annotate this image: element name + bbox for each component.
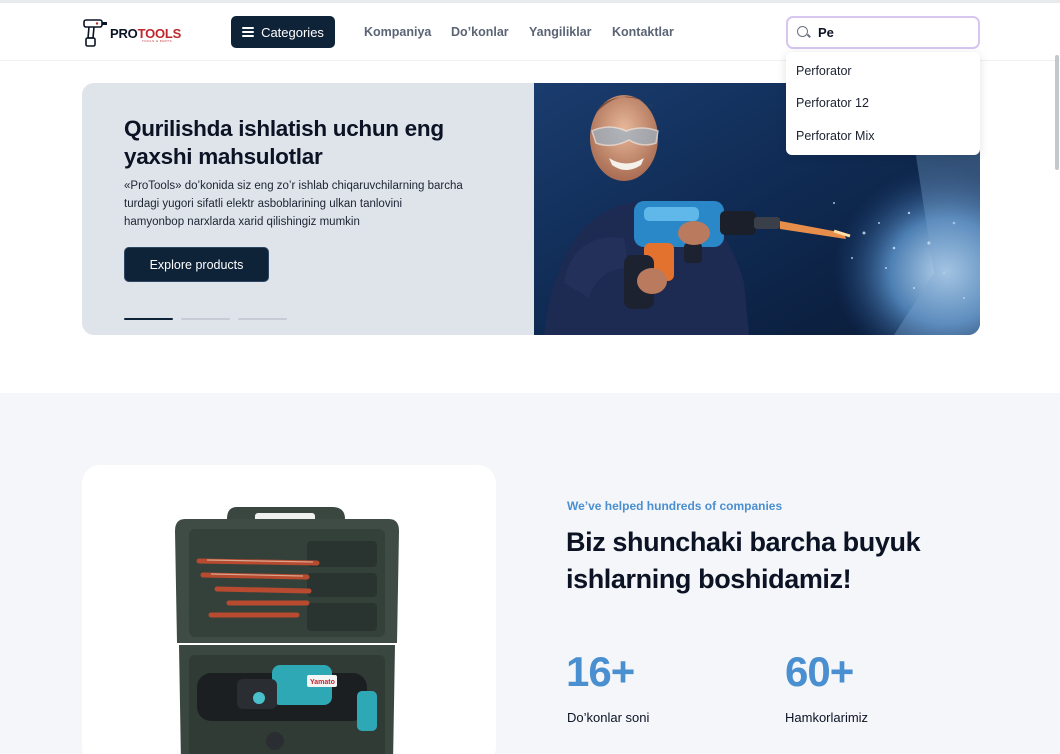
explore-products-button[interactable]: Explore products [124, 247, 269, 282]
suggestion-item[interactable]: Perforator 12 [796, 96, 869, 110]
search-icon [797, 25, 811, 40]
carousel-dot-2[interactable] [181, 318, 230, 320]
nav-item-dokonlar[interactable]: Do’konlar [451, 25, 509, 39]
search-input[interactable] [818, 25, 968, 40]
drill-logo-icon [83, 19, 107, 47]
carousel-dot-3[interactable] [238, 318, 287, 320]
logo-subtitle: TOOLS & PARTS [142, 39, 173, 43]
carousel-dot-1[interactable] [124, 318, 173, 320]
search-suggestions: Perforator Perforator 12 Perforator Mix [786, 52, 980, 155]
about-kicker: We’ve helped hundreds of companies [567, 499, 783, 513]
categories-label: Categories [261, 24, 324, 40]
product-image-card: Yamato [82, 465, 496, 754]
stat-partners-label: Hamkorlarimiz [785, 710, 869, 725]
site-logo[interactable]: PROTOOLS TOOLS & PARTS [82, 17, 190, 49]
menu-icon [242, 27, 255, 37]
search-box[interactable] [786, 16, 980, 49]
categories-button[interactable]: Categories [231, 16, 335, 48]
hero-title: Qurilishda ishlatish uchun eng yaxshi ma… [124, 116, 444, 169]
suggestion-item[interactable]: Perforator Mix [796, 129, 875, 143]
about-title: Biz shunchaki barcha buyuk ishlarning bo… [566, 527, 921, 594]
logo-wordmark: PROTOOLS [110, 27, 181, 40]
nav-item-yangiliklar[interactable]: Yangiliklar [529, 25, 592, 39]
stat-partners-value: 60+ [785, 648, 854, 695]
nav-item-kontaktlar[interactable]: Kontaktlar [612, 25, 674, 39]
stat-stores-label: Do’konlar soni [567, 710, 650, 725]
stat-stores-value: 16+ [566, 648, 635, 695]
suggestion-item[interactable]: Perforator [796, 64, 852, 78]
page-scrollbar[interactable] [1055, 55, 1059, 170]
logo-pro: PRO [110, 25, 138, 41]
carousel-indicators [124, 318, 287, 320]
about-section: Yamato We’ve helped hundreds of companie… [0, 393, 1060, 754]
hero-description: «ProTools» do’konida siz eng zo’r ishlab… [124, 180, 463, 228]
drill-case-image: Yamato [175, 507, 399, 754]
product-brand-label: Yamato [310, 679, 335, 686]
nav-item-kompaniya[interactable]: Kompaniya [364, 25, 431, 39]
